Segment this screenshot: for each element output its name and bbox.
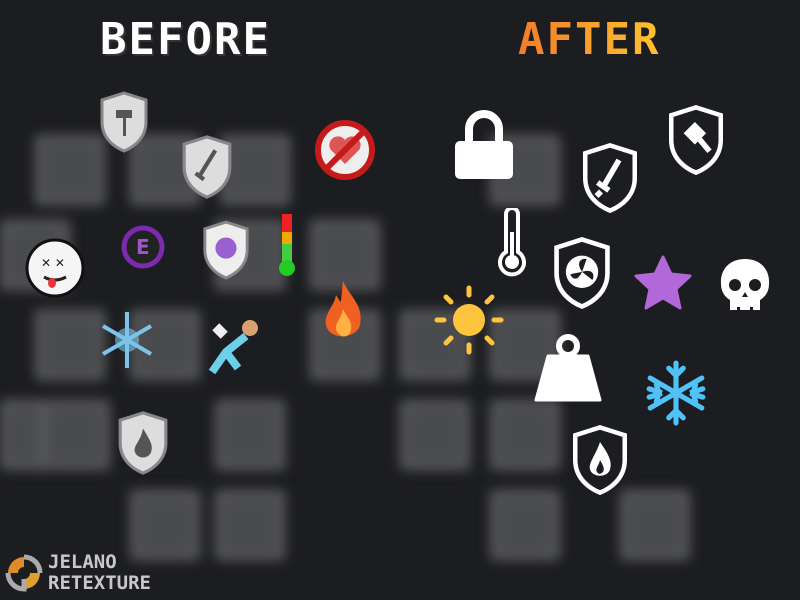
logo-line-2: RETEXTURE [48, 572, 151, 594]
weight-icon [534, 334, 602, 402]
hammer-shield-icon [669, 105, 723, 176]
e-circle-icon: E [121, 225, 165, 269]
svg-text:✕ ✕: ✕ ✕ [41, 256, 65, 270]
sword-shield-icon [182, 135, 232, 199]
jelano-retexture-logo: JELANO RETEXTURE [4, 552, 151, 594]
dizzy-face-icon: ✕ ✕ [25, 238, 85, 298]
svg-text:E: E [136, 235, 150, 259]
skull-icon [720, 259, 770, 313]
purple-shield-icon [203, 220, 249, 280]
snowflake-icon [646, 360, 706, 426]
fan-shield-icon [554, 237, 610, 310]
fire-icon [325, 281, 361, 337]
after-title: AFTER [518, 14, 661, 65]
snowflake-icon [101, 312, 153, 368]
star-icon [634, 255, 692, 310]
fire-shield-icon [573, 425, 627, 496]
logo-line-1: JELANO [48, 551, 117, 573]
fire-shield-icon [118, 411, 168, 475]
before-title: BEFORE [100, 14, 271, 65]
sun-icon [434, 285, 504, 355]
sword-shield-icon [583, 143, 637, 214]
thermometer-icon [279, 214, 295, 276]
lock-icon [455, 110, 513, 179]
hammer-shield-icon [100, 91, 148, 153]
logo-mark-icon [5, 554, 43, 592]
no-heart-icon [315, 120, 375, 180]
thermometer-icon [498, 208, 526, 277]
runner-icon [208, 320, 258, 375]
